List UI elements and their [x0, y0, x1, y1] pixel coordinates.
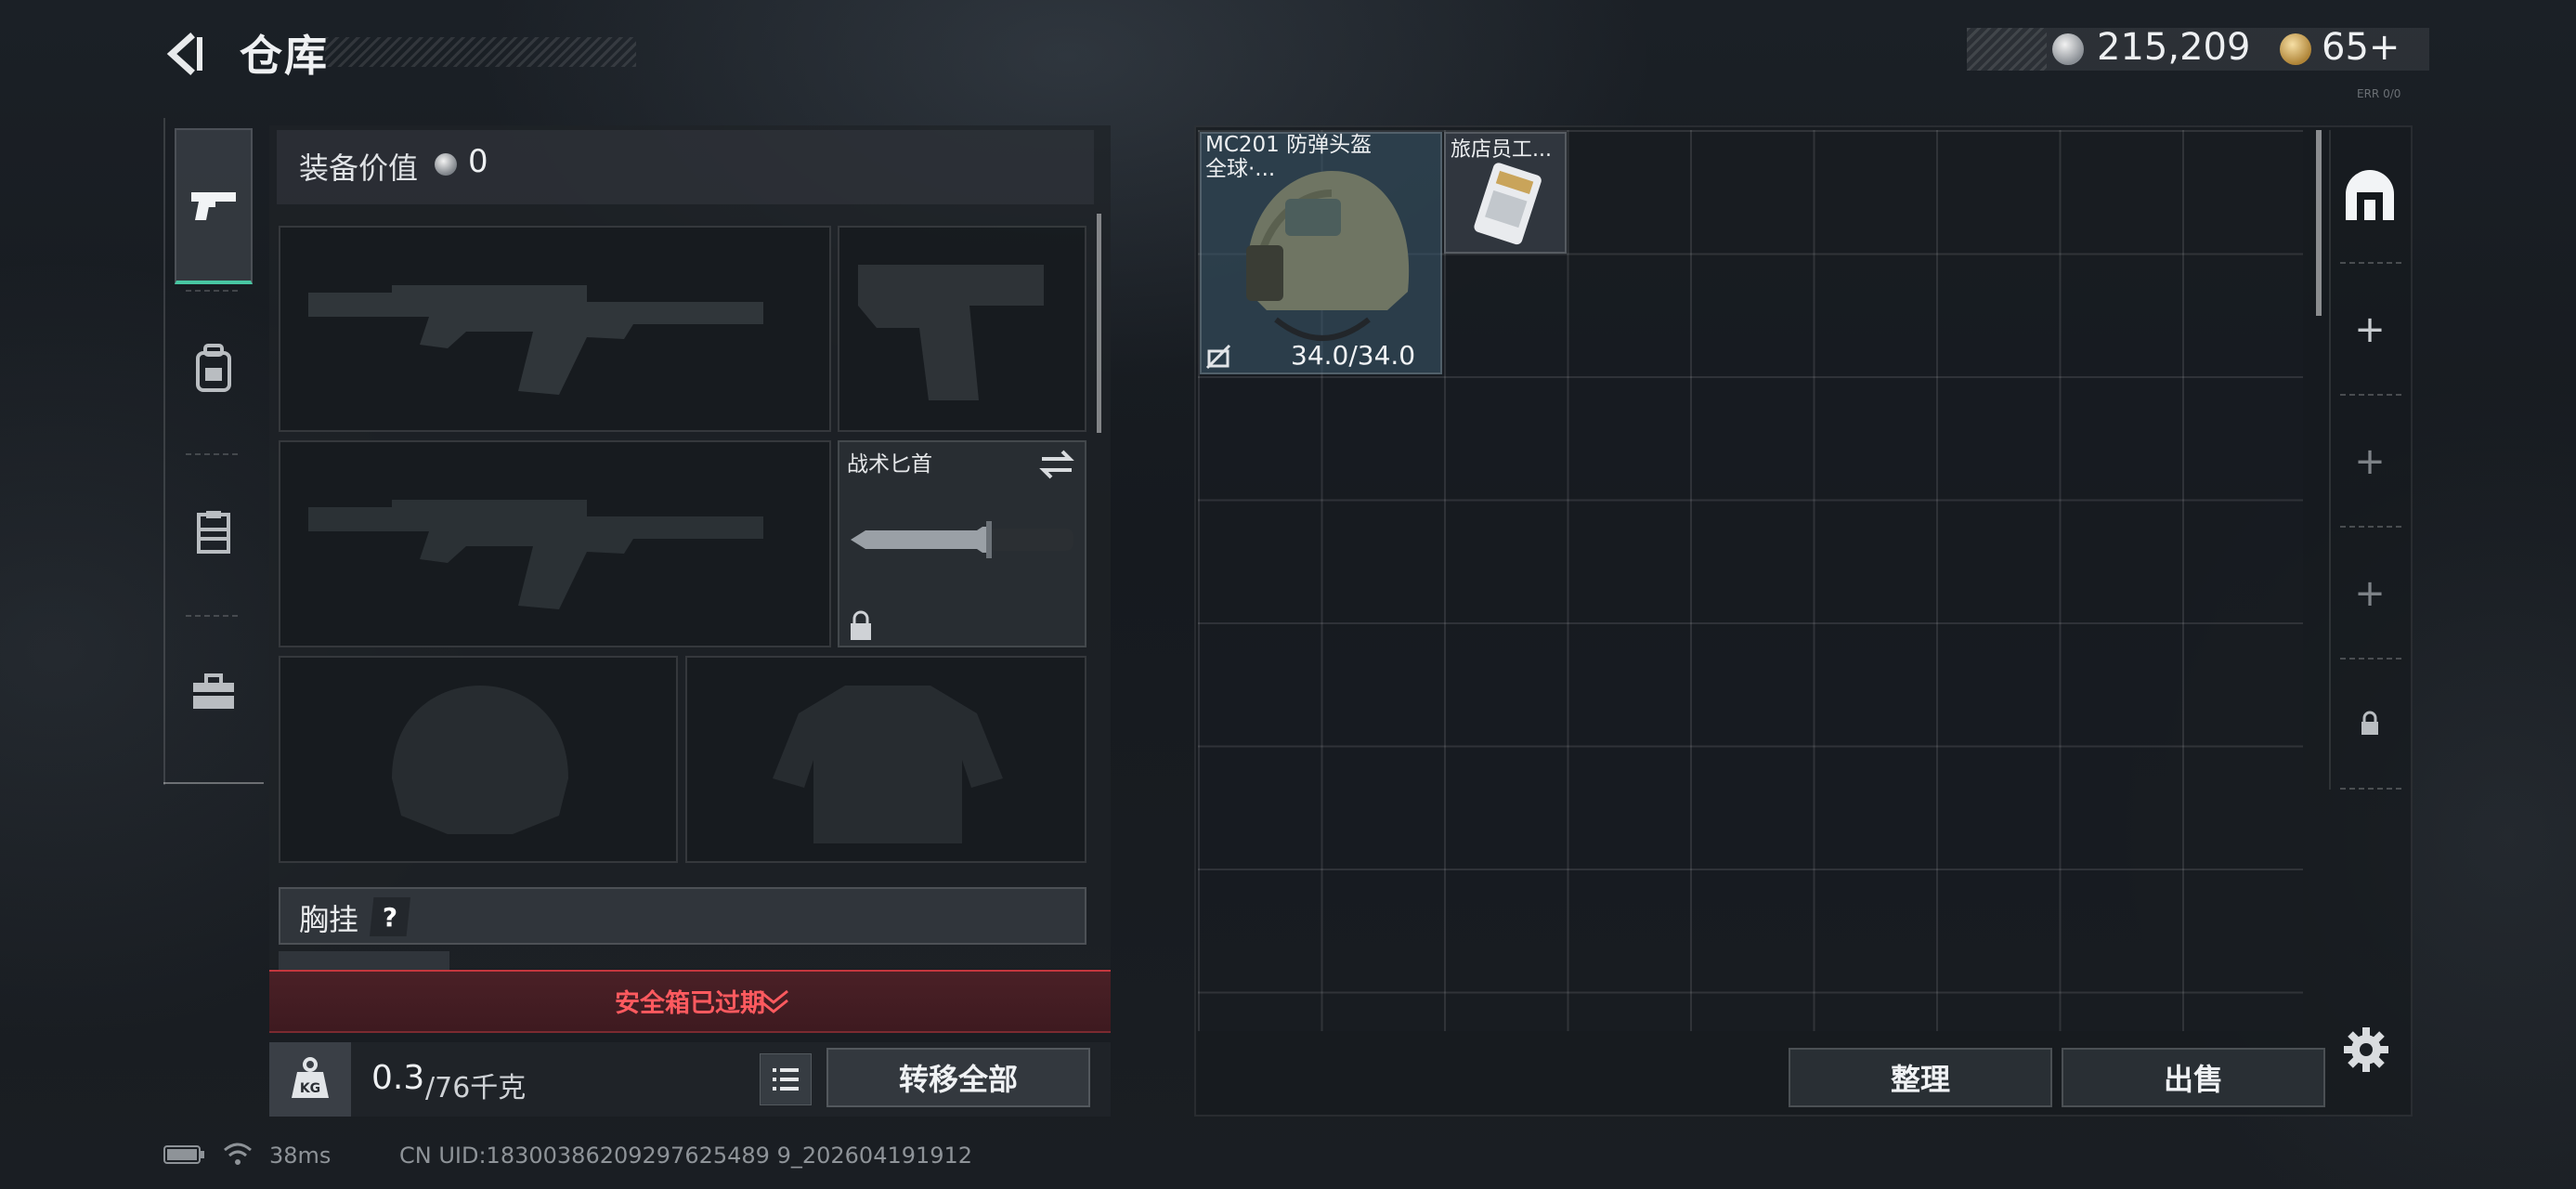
tab-rig[interactable] [175, 463, 253, 602]
kg-weight-icon: KG [292, 1057, 329, 1098]
armor-slot[interactable] [685, 656, 1086, 863]
container-separator [2340, 526, 2401, 528]
chevron-down-icon[interactable] [758, 987, 789, 1015]
battery-icon [163, 1145, 204, 1164]
storage-scrollbar[interactable] [2316, 130, 2322, 316]
vest-icon [197, 511, 230, 554]
melee-name: 战术匕首 [847, 452, 932, 477]
container-tab-main[interactable] [2331, 132, 2409, 260]
primary-weapon-slot-2[interactable] [279, 440, 831, 647]
gear-icon[interactable] [2342, 1026, 2390, 1074]
no-repair-icon [1205, 344, 1231, 370]
tab-gear[interactable] [175, 299, 253, 438]
container-separator [2340, 262, 2401, 264]
sidebar-separator [186, 453, 238, 455]
item-name: 旅店员工... [1451, 138, 1552, 162]
safebox-expired-text: 安全箱已过期 [615, 989, 765, 1018]
chest-rig-slot[interactable] [279, 951, 449, 970]
helmet-silhouette-icon [392, 686, 568, 834]
currency-decoration [1967, 28, 2047, 71]
equipment-value-label: 装备价值 [299, 150, 419, 186]
add-container-button[interactable]: + [2331, 529, 2409, 658]
pistol-silhouette-icon [858, 265, 1044, 400]
toolbox-icon [193, 673, 234, 709]
tab-weapons[interactable] [175, 128, 253, 284]
rifle-silhouette-icon [308, 500, 763, 609]
tab-tools[interactable] [175, 622, 253, 762]
list-icon [773, 1068, 799, 1091]
backpack-icon [196, 344, 231, 392]
sidebar-separator [186, 290, 238, 292]
title-decoration [325, 37, 636, 67]
money-amount: 215,209 [2097, 26, 2251, 69]
coin-icon [2052, 33, 2084, 65]
add-container-button[interactable]: + [2331, 266, 2409, 394]
small-tag: ERR 0/0 [2357, 87, 2401, 100]
transfer-all-button[interactable]: 转移全部 [826, 1048, 1090, 1107]
wifi-icon [224, 1143, 252, 1165]
helmet-slot[interactable] [279, 656, 678, 863]
chest-rig-label: 胸挂 [299, 902, 359, 937]
armor-silhouette-icon [773, 686, 1003, 843]
premium-amount[interactable]: 65+ [2322, 26, 2400, 69]
svg-text:KG: KG [300, 1081, 320, 1096]
coin-icon [435, 153, 457, 176]
sidebar-divider [163, 782, 264, 784]
container-separator [2340, 394, 2401, 396]
equipment-value: 0 [468, 143, 488, 180]
item-durability: 34.0/34.0 [1291, 340, 1416, 371]
back-arrow-icon[interactable] [163, 32, 207, 76]
knife-image [851, 521, 1073, 558]
help-icon[interactable]: ? [370, 897, 410, 936]
sidebar-separator [186, 615, 238, 617]
rifle-silhouette-icon [308, 285, 763, 395]
sell-button[interactable]: 出售 [2062, 1048, 2325, 1107]
locked-container-tab[interactable] [2331, 660, 2409, 788]
vault-icon [2346, 170, 2394, 220]
list-view-button[interactable] [760, 1053, 812, 1105]
container-separator [2340, 788, 2401, 790]
user-id: CN UID:18300386209297625489 9_2026041919… [399, 1143, 973, 1169]
lock-icon [2361, 711, 2378, 735]
weight-current: 0.3 [371, 1059, 425, 1097]
sort-button[interactable]: 整理 [1789, 1048, 2052, 1107]
sidearm-slot[interactable] [838, 226, 1086, 432]
weight-max: /76千克 [425, 1072, 527, 1104]
lock-icon [851, 610, 871, 640]
primary-weapon-slot-1[interactable] [279, 226, 831, 432]
add-container-button[interactable]: + [2331, 398, 2409, 526]
swap-icon[interactable] [1038, 446, 1075, 483]
ping-readout: 38ms [269, 1143, 332, 1169]
premium-coin-icon [2280, 33, 2311, 65]
page-title: 仓库 [240, 31, 329, 81]
equipment-scrollbar[interactable] [1097, 214, 1101, 433]
pistol-icon [191, 192, 236, 220]
item-name: MC201 防弹头盔 全球·... [1205, 133, 1373, 181]
